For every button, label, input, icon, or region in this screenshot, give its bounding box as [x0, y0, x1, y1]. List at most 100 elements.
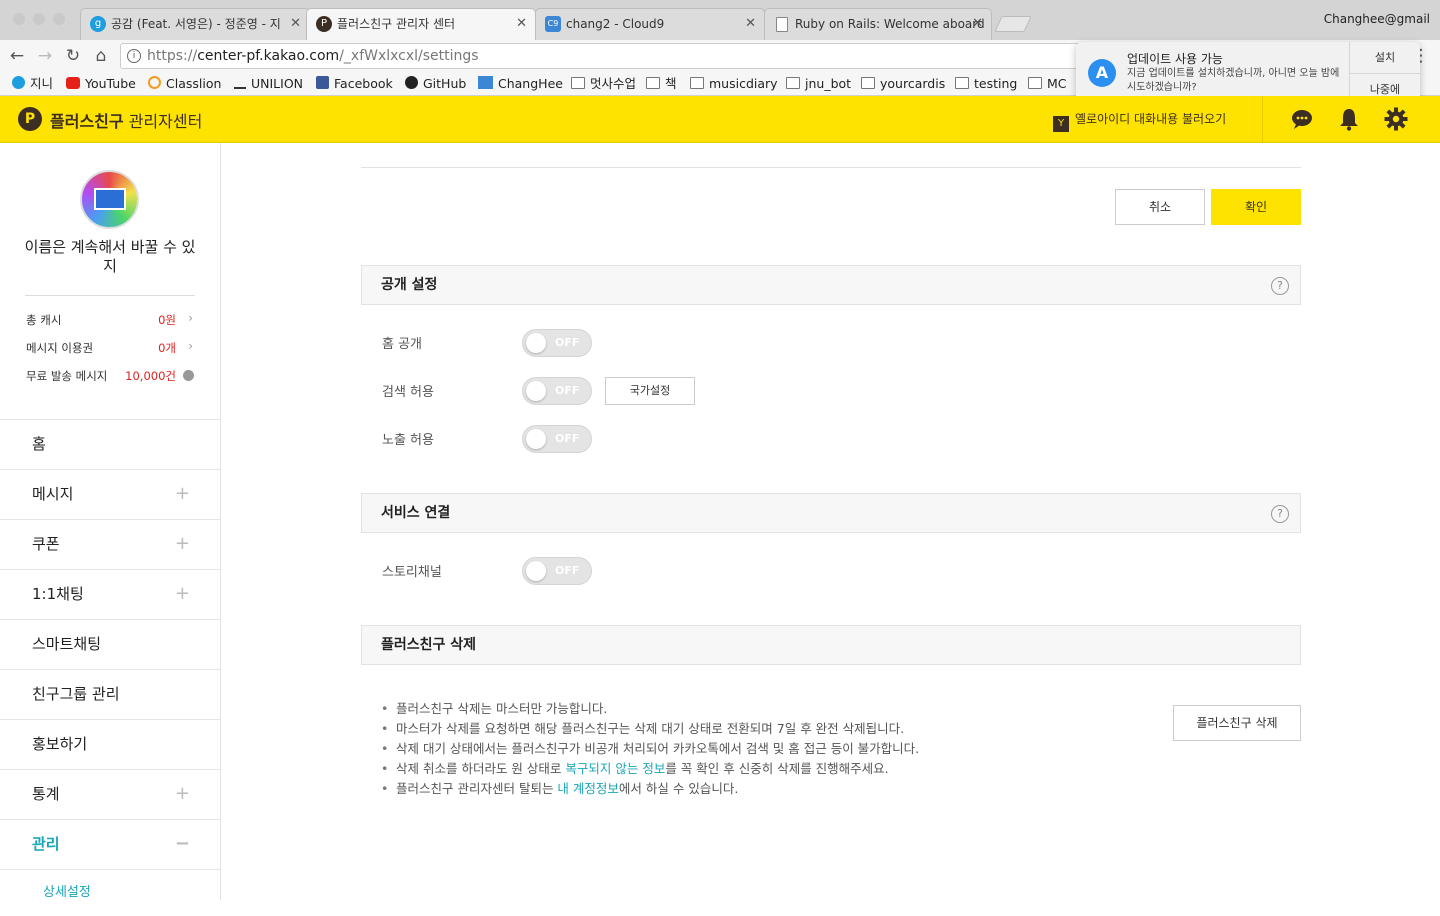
yellowid-import-link[interactable]: Y 옐로아이디 대화내용 불러오기: [1053, 110, 1226, 132]
unrecoverable-info-link[interactable]: 복구되지 않는 정보: [565, 761, 665, 776]
menu-label: 홍보하기: [32, 735, 88, 753]
browser-tab-plusfriend[interactable]: P 플러스친구 관리자 센터 ✕: [306, 8, 536, 40]
reload-icon[interactable]: ↻: [62, 45, 84, 67]
browser-tab-cloud9[interactable]: C9 chang2 - Cloud9 ✕: [535, 8, 765, 40]
bell-icon[interactable]: [1336, 106, 1362, 132]
bookmark-folder[interactable]: jnu_bot: [786, 75, 851, 93]
tab-close-icon[interactable]: ✕: [290, 9, 301, 39]
gear-icon[interactable]: [1383, 106, 1409, 132]
story-channel-toggle[interactable]: OFF: [522, 557, 592, 585]
install-button[interactable]: 설치: [1350, 42, 1420, 73]
plusfriend-logo-icon[interactable]: P: [18, 107, 42, 131]
sidebar-item-promotion[interactable]: 홍보하기: [0, 719, 220, 769]
bookmark-youtube[interactable]: YouTube: [66, 75, 136, 93]
bookmark-facebook[interactable]: Facebook: [316, 75, 393, 93]
yellowid-label: 옐로아이디 대화내용 불러오기: [1075, 112, 1227, 126]
brand-subtitle: 관리자센터: [123, 112, 203, 131]
bookmark-genie[interactable]: 지니: [12, 75, 53, 93]
minus-icon[interactable]: −: [175, 820, 190, 868]
note-text: 플러스친구 삭제는 마스터만 가능합니다.: [396, 701, 608, 716]
close-window-button[interactable]: [13, 13, 25, 25]
exposure-allow-label: 노출 허용: [382, 433, 434, 448]
address-bar[interactable]: i https://center-pf.kakao.com/_xfWxlxcxl…: [120, 43, 1120, 69]
sidebar-item-statistics[interactable]: 통계 +: [0, 769, 220, 819]
tab-close-icon[interactable]: ✕: [516, 9, 527, 39]
help-icon[interactable]: ?: [183, 369, 194, 381]
bookmark-label: testing: [974, 76, 1018, 91]
bookmark-folder[interactable]: MC: [1028, 75, 1067, 93]
bookmark-unilion[interactable]: UNILION: [234, 75, 303, 93]
list-item: 마스터가 삭제를 요청하면 해당 플러스친구는 삭제 대기 상태로 전환되며 7…: [381, 719, 1141, 739]
delete-plusfriend-button[interactable]: 플러스친구 삭제: [1173, 705, 1301, 741]
search-allow-toggle[interactable]: OFF: [522, 377, 592, 405]
sidebar-item-home[interactable]: 홈: [0, 419, 220, 469]
bookmark-github[interactable]: GitHub: [405, 75, 466, 93]
tab-title: Ruby on Rails: Welcome aboard: [795, 17, 985, 31]
sidebar-item-coupon[interactable]: 쿠폰 +: [0, 519, 220, 569]
plus-icon[interactable]: +: [175, 770, 190, 818]
sidebar-item-chat[interactable]: 1:1채팅 +: [0, 569, 220, 619]
toggle-knob: [526, 333, 546, 353]
info-icon[interactable]: i: [127, 49, 141, 63]
sidebar-item-friend-groups[interactable]: 친구그룹 관리: [0, 669, 220, 719]
bookmark-folder[interactable]: 책: [646, 75, 677, 93]
browser-tab-music[interactable]: g 공감 (Feat. 서영은) - 정준영 - 지 ✕: [80, 8, 310, 40]
browser-tab-rails[interactable]: Ruby on Rails: Welcome aboard ✕: [764, 8, 992, 40]
bookmark-folder[interactable]: 멋사수업: [571, 75, 636, 93]
stat-value: 0개: [158, 341, 176, 355]
bookmark-folder[interactable]: yourcardis: [861, 75, 945, 93]
country-settings-button[interactable]: 국가설정: [605, 377, 695, 405]
settings-main: 취소 확인 공개 설정 ? 홈 공개 OFF 검색 허용 OFF 국가설정 노출…: [221, 143, 1440, 900]
stat-message-tickets[interactable]: 메시지 이용권 0개 ›: [26, 339, 196, 356]
stat-label: 총 캐시: [26, 313, 62, 327]
folder-icon: [571, 77, 585, 89]
section-title: 서비스 연결: [381, 505, 451, 521]
menu-label: 관리: [32, 835, 60, 853]
tab-close-icon[interactable]: ✕: [745, 9, 756, 39]
plus-icon[interactable]: +: [175, 570, 190, 618]
unilion-icon: [234, 77, 246, 89]
avatar[interactable]: [80, 170, 139, 229]
help-icon[interactable]: ?: [1271, 505, 1289, 523]
sidebar-item-management[interactable]: 관리 −: [0, 819, 220, 869]
bookmark-label: MC: [1047, 76, 1067, 91]
help-icon[interactable]: ?: [1271, 277, 1289, 295]
stat-total-cash[interactable]: 총 캐시 0원 ›: [26, 311, 196, 328]
plus-icon[interactable]: +: [175, 520, 190, 568]
bookmark-folder[interactable]: musicdiary: [690, 75, 778, 93]
new-tab-button[interactable]: [994, 16, 1032, 32]
bookmark-label: 멋사수업: [590, 76, 637, 91]
sidebar-subitem-detail-settings[interactable]: 상세설정: [0, 869, 220, 909]
section-title: 공개 설정: [381, 277, 438, 293]
list-item: 삭제 대기 상태에서는 플러스친구가 비공개 처리되어 카카오톡에서 검색 및 …: [381, 739, 1141, 759]
zoom-window-button[interactable]: [53, 13, 65, 25]
my-account-info-link[interactable]: 내 계정정보: [557, 781, 618, 796]
sidebar: 이름은 계속해서 바꿀 수 있지 총 캐시 0원 › 메시지 이용권 0개 › …: [0, 143, 221, 900]
confirm-button[interactable]: 확인: [1211, 189, 1301, 225]
folder-icon: [1028, 77, 1042, 89]
sidebar-item-smartchat[interactable]: 스마트채팅: [0, 619, 220, 669]
back-arrow-icon[interactable]: ←: [6, 45, 28, 67]
url-host: center-pf.kakao.com: [197, 48, 340, 64]
menu-label: 친구그룹 관리: [32, 685, 120, 703]
tab-close-icon[interactable]: ✕: [972, 9, 983, 39]
stat-label: 메시지 이용권: [26, 341, 94, 355]
exposure-allow-toggle[interactable]: OFF: [522, 425, 592, 453]
profile-name[interactable]: Changhee@gmail: [1324, 12, 1430, 26]
plus-icon[interactable]: +: [175, 470, 190, 518]
yellowid-icon: Y: [1053, 116, 1069, 132]
home-public-toggle[interactable]: OFF: [522, 329, 592, 357]
home-icon[interactable]: ⌂: [90, 45, 112, 67]
bookmark-classlion[interactable]: Classlion: [148, 75, 221, 93]
browser-tab-strip: g 공감 (Feat. 서영은) - 정준영 - 지 ✕ P 플러스친구 관리자…: [0, 0, 1440, 40]
chat-icon[interactable]: [1289, 106, 1315, 132]
folder-icon: [955, 77, 969, 89]
sidebar-item-message[interactable]: 메시지 +: [0, 469, 220, 519]
toggle-knob: [526, 429, 546, 449]
app-brand[interactable]: 플러스친구 관리자센터: [50, 108, 202, 132]
bookmark-folder[interactable]: testing: [955, 75, 1017, 93]
forward-arrow-icon[interactable]: →: [34, 45, 56, 67]
bookmark-changhee[interactable]: ChangHee: [478, 75, 563, 93]
cancel-button[interactable]: 취소: [1115, 189, 1205, 225]
minimize-window-button[interactable]: [33, 13, 45, 25]
